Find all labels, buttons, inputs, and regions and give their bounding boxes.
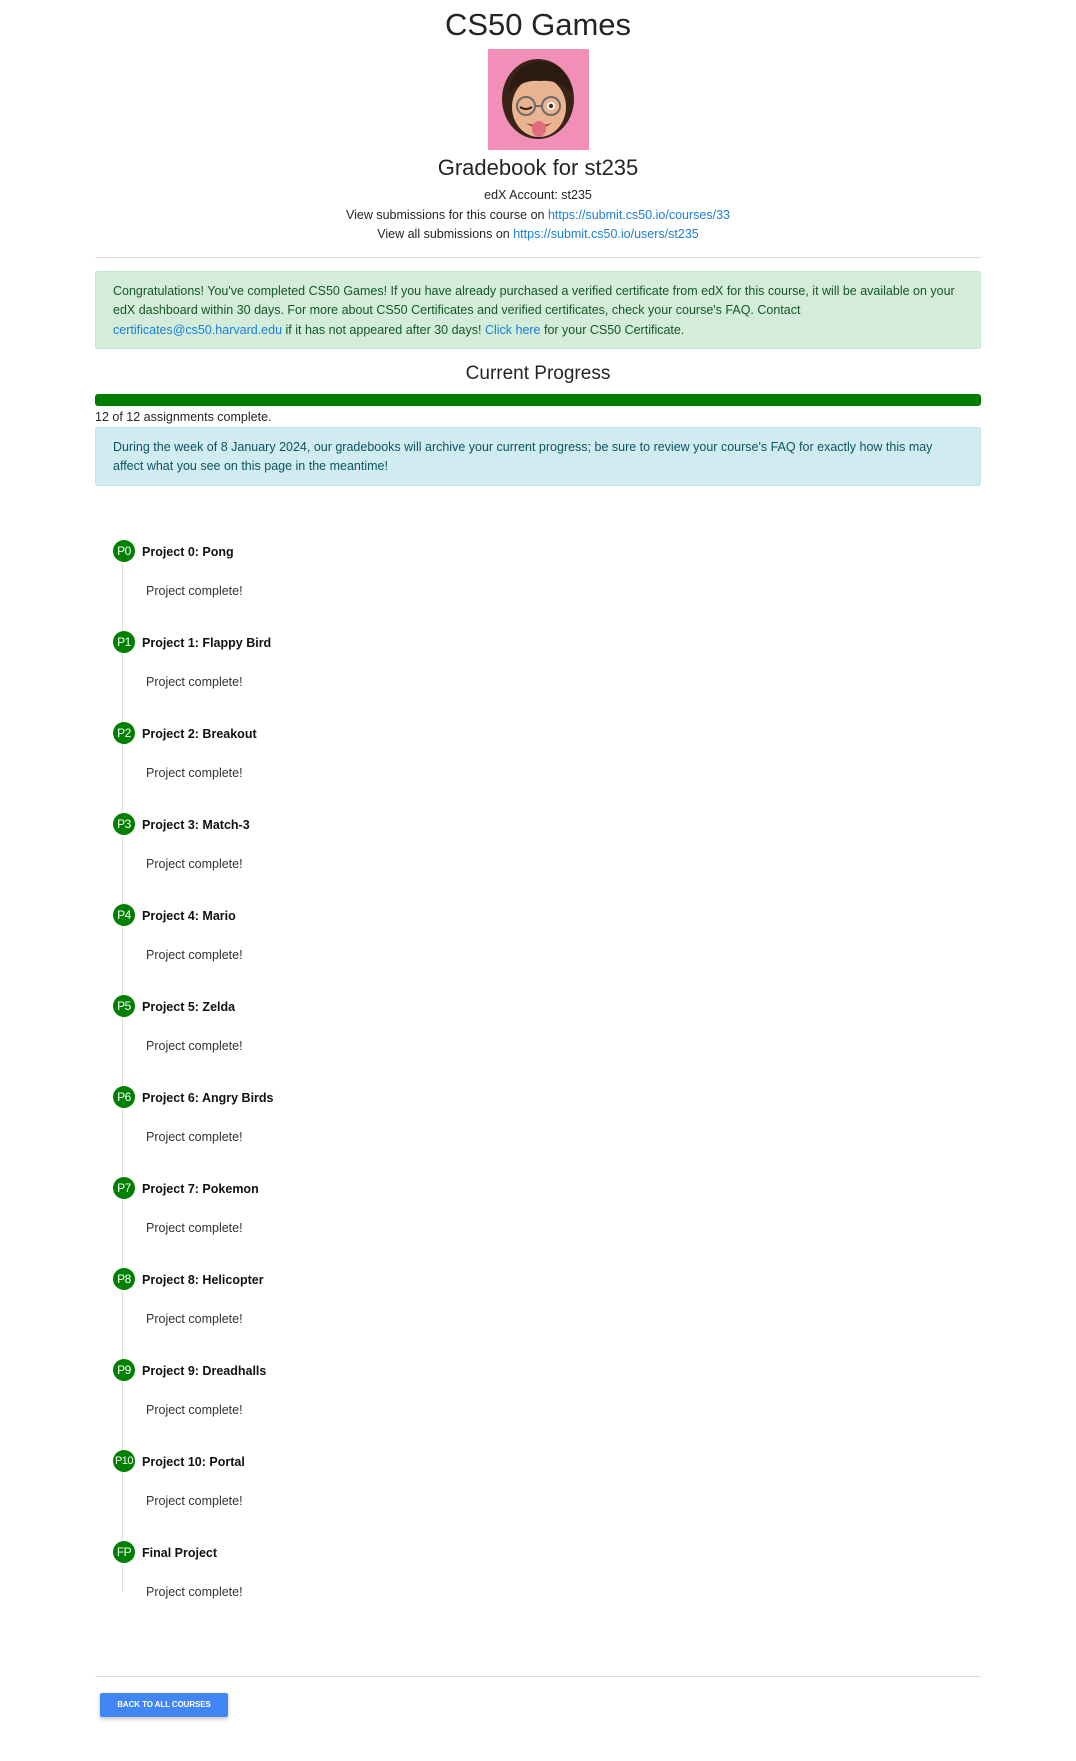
project-status: Project complete! <box>146 584 243 598</box>
project-badge: P2 <box>113 722 135 744</box>
project-title: Project 0: Pong <box>142 545 234 559</box>
project-badge: P5 <box>113 995 135 1017</box>
project-status: Project complete! <box>146 948 243 962</box>
timeline-item: P7 Project 7: Pokemon Project complete! <box>113 1177 713 1269</box>
project-title: Project 8: Helicopter <box>142 1273 264 1287</box>
timeline-item: FP Final Project Project complete! <box>113 1541 713 1633</box>
project-badge: P4 <box>113 904 135 926</box>
project-badge: P0 <box>113 540 135 562</box>
project-badge: P9 <box>113 1359 135 1381</box>
project-badge: P8 <box>113 1268 135 1290</box>
project-title: Project 6: Angry Birds <box>142 1091 274 1105</box>
timeline-item: P1 Project 1: Flappy Bird Project complete… <box>113 631 713 723</box>
timeline-item: P10 Project 10: Portal Project complete! <box>113 1450 713 1542</box>
timeline-container: P0 Project 0: Pong Project complete! P1 Proj… <box>95 0 981 1761</box>
project-title: Project 1: Flappy Bird <box>142 636 272 650</box>
timeline-item: P5 Project 5: Zelda Project complete! <box>113 995 713 1087</box>
project-title: Final Project <box>142 1546 218 1560</box>
project-badge: P7 <box>113 1177 135 1199</box>
project-title: Project 4: Mario <box>142 909 236 923</box>
project-title: Project 2: Breakout <box>142 727 257 741</box>
back-to-all-courses-button[interactable]: Back to all courses <box>100 1693 228 1717</box>
project-title: Project 10: Portal <box>142 1455 245 1469</box>
timeline-item: P6 Project 6: Angry Birds Project complete… <box>113 1086 713 1178</box>
footer-divider <box>95 1676 981 1677</box>
project-status: Project complete! <box>146 1585 243 1599</box>
timeline-item: P9 Project 9: Dreadhalls Project complete! <box>113 1359 713 1451</box>
project-status: Project complete! <box>146 675 243 689</box>
project-status: Project complete! <box>146 1130 243 1144</box>
project-status: Project complete! <box>146 766 243 780</box>
project-badge: P10 <box>113 1450 135 1472</box>
timeline-item: P8 Project 8: Helicopter Project complete! <box>113 1268 713 1360</box>
project-badge: P6 <box>113 1086 135 1108</box>
project-status: Project complete! <box>146 857 243 871</box>
project-title: Project 3: Match-3 <box>142 818 250 832</box>
project-badge: P1 <box>113 631 135 653</box>
project-status: Project complete! <box>146 1039 243 1053</box>
project-status: Project complete! <box>146 1221 243 1235</box>
project-status: Project complete! <box>146 1403 243 1417</box>
project-title: Project 5: Zelda <box>142 1000 236 1014</box>
project-status: Project complete! <box>146 1312 243 1326</box>
timeline-item: P4 Project 4: Mario Project complete! <box>113 904 713 996</box>
project-badge: FP <box>113 1541 135 1563</box>
project-status: Project complete! <box>146 1494 243 1508</box>
timeline-item: P2 Project 2: Breakout Project complete! <box>113 722 713 814</box>
project-badge: P3 <box>113 813 135 835</box>
timeline-item: P0 Project 0: Pong Project complete! <box>113 540 713 632</box>
gradebook-page: CS50 Games Gradebook for st235 edX Accou… <box>0 0 1076 1761</box>
timeline-item: P3 Project 3: Match-3 Project complete! <box>113 813 713 905</box>
project-title: Project 9: Dreadhalls <box>142 1364 267 1378</box>
project-title: Project 7: Pokemon <box>142 1182 259 1196</box>
